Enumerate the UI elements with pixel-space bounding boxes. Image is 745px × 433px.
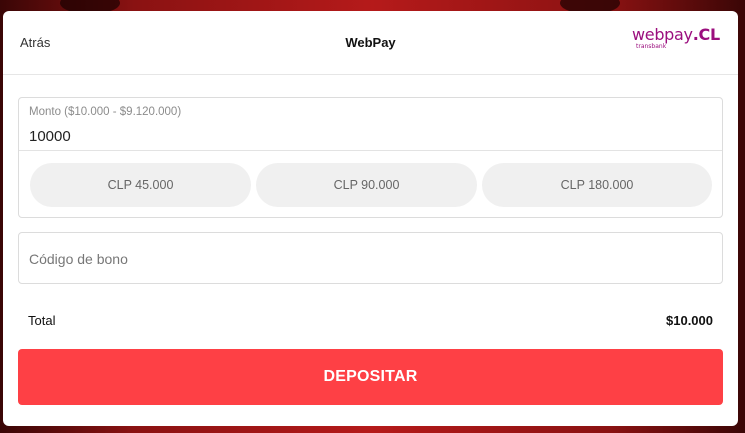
bonus-code-input[interactable] bbox=[29, 233, 709, 285]
logo-main-text: webpay bbox=[632, 25, 693, 44]
preset-amount-button[interactable]: CLP 45.000 bbox=[30, 163, 251, 207]
total-value: $10.000 bbox=[666, 313, 713, 328]
divider bbox=[19, 150, 722, 151]
amount-label: Monto ($10.000 - $9.120.000) bbox=[29, 106, 182, 118]
deposit-modal: Atrás WebPay webpay.CL transbank Monto (… bbox=[3, 11, 738, 426]
webpay-logo: webpay.CL transbank bbox=[632, 25, 720, 53]
total-label: Total bbox=[28, 313, 56, 328]
bonus-field-group bbox=[18, 232, 723, 285]
modal-header: Atrás WebPay webpay.CL transbank bbox=[3, 11, 738, 75]
amount-input[interactable] bbox=[29, 124, 709, 148]
page-title: WebPay bbox=[345, 35, 396, 50]
amount-field-group: Monto ($10.000 - $9.120.000) CLP 45.000 … bbox=[18, 97, 723, 218]
logo-text: webpay.CL bbox=[632, 25, 720, 44]
preset-amount-button[interactable]: CLP 90.000 bbox=[256, 163, 477, 207]
logo-suffix: .CL bbox=[692, 25, 720, 44]
deposit-button[interactable]: DEPOSITAR bbox=[18, 349, 723, 405]
logo-subtext: transbank bbox=[636, 43, 667, 50]
preset-amount-button[interactable]: CLP 180.000 bbox=[482, 163, 712, 207]
